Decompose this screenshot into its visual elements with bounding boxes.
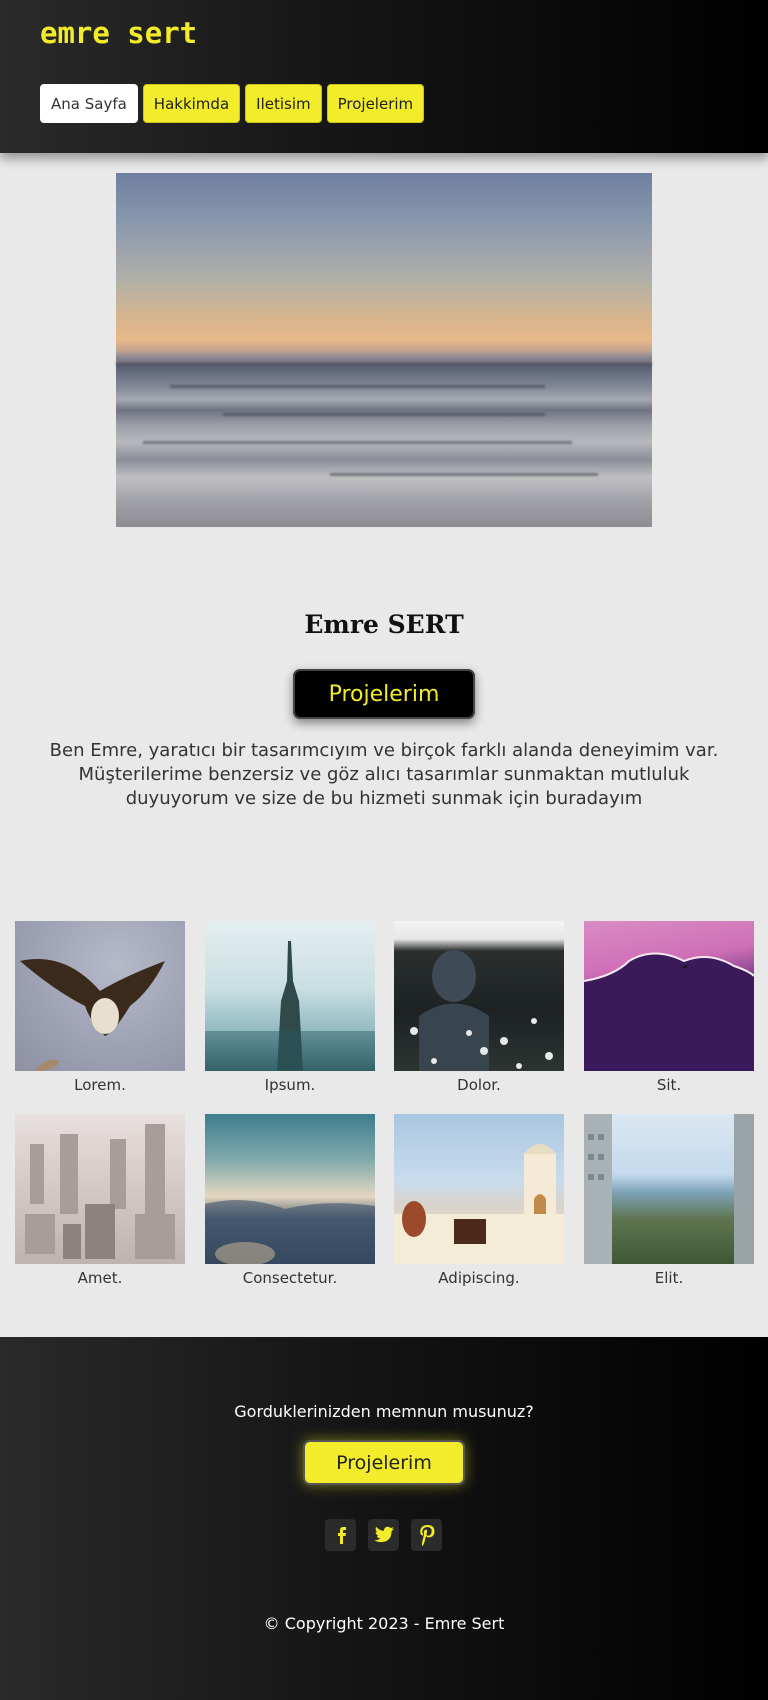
nav-about-button[interactable]: Hakkimda (142, 84, 241, 123)
gallery-item[interactable]: Dolor. (394, 921, 564, 1094)
main-nav: Ana Sayfa Hakkimda Iletisim Projelerim (40, 84, 425, 123)
gallery-item[interactable]: Sit. (584, 921, 754, 1094)
profile-name: Emre SERT (304, 610, 464, 639)
sea-of-clouds-photo (205, 1114, 375, 1264)
footer-projects-button[interactable]: Projelerim (303, 1440, 465, 1485)
nav-contact-button[interactable]: Iletisim (245, 84, 322, 123)
gallery-item[interactable]: Elit. (584, 1114, 754, 1287)
gallery-caption: Elit. (654, 1269, 684, 1287)
intro-text: Ben Emre, yaratıcı bir tasarımcıyım ve b… (49, 740, 719, 809)
social-links (325, 1519, 442, 1551)
twitter-icon[interactable] (368, 1519, 399, 1551)
gallery-caption: Dolor. (457, 1076, 501, 1094)
person-in-flowers-photo (394, 921, 564, 1071)
site-footer: Gorduklerinizden memnun musunuz? Projele… (0, 1337, 768, 1700)
gallery-caption: Consectetur. (242, 1269, 338, 1287)
gallery-item[interactable]: Ipsum. (205, 921, 375, 1094)
brand-logo[interactable]: emre sert (40, 16, 197, 50)
projects-cta-button[interactable]: Projelerim (293, 669, 475, 719)
site-header: emre sert Ana Sayfa Hakkimda Iletisim Pr… (0, 0, 768, 153)
pinterest-icon[interactable] (411, 1519, 442, 1551)
facebook-icon[interactable] (325, 1519, 356, 1551)
gallery-caption: Amet. (77, 1269, 123, 1287)
nav-home-button[interactable]: Ana Sayfa (40, 84, 138, 123)
gallery-caption: Sit. (656, 1076, 682, 1094)
santorini-building-photo (394, 1114, 564, 1264)
gallery-caption: Lorem. (74, 1076, 126, 1094)
skyscraper-photo (205, 921, 375, 1071)
gallery-item[interactable]: Amet. (15, 1114, 185, 1287)
gallery-item[interactable]: Consectetur. (205, 1114, 375, 1287)
copyright-text: © Copyright 2023 - Emre Sert (263, 1614, 505, 1633)
cloud-sky-photo (584, 921, 754, 1071)
footer-question: Gorduklerinizden memnun musunuz? (234, 1402, 534, 1421)
gallery-item[interactable]: Lorem. (15, 921, 185, 1094)
nav-projects-button[interactable]: Projelerim (326, 84, 425, 123)
eagle-photo (15, 921, 185, 1071)
city-aerial-photo (15, 1114, 185, 1264)
gallery-caption: Ipsum. (264, 1076, 316, 1094)
hero-image (116, 173, 652, 527)
gallery-caption: Adipiscing. (438, 1269, 520, 1287)
coastal-town-photo (584, 1114, 754, 1264)
gallery-item[interactable]: Adipiscing. (394, 1114, 564, 1287)
